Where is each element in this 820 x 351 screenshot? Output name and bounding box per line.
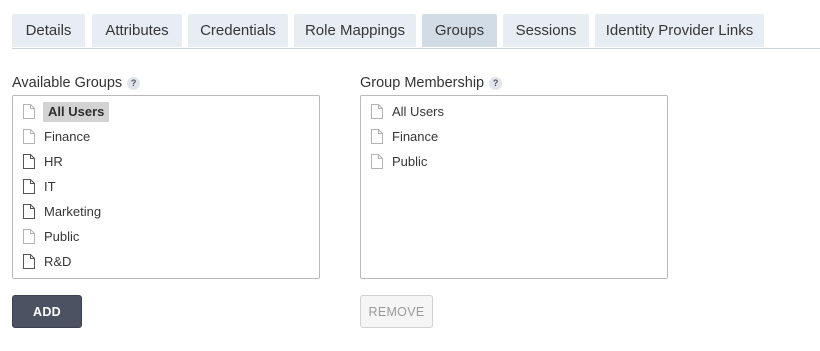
document-icon [23, 129, 35, 144]
help-icon[interactable]: ? [489, 77, 503, 90]
list-item-label: Public [44, 229, 80, 244]
available-groups-label: Available Groups? [12, 74, 141, 92]
document-icon [23, 254, 35, 269]
document-icon [23, 179, 35, 194]
list-item-label: R&D [44, 254, 72, 269]
document-icon [371, 154, 383, 169]
document-icon [23, 104, 35, 119]
list-item-label: IT [44, 179, 56, 194]
tab-details[interactable]: Details [12, 14, 85, 47]
document-icon [371, 129, 383, 144]
available-groups-list[interactable]: All Users Finance HR IT Marketing Public R&D [12, 95, 320, 279]
document-icon [23, 204, 35, 219]
tab-role-mappings[interactable]: Role Mappings [294, 14, 416, 47]
document-icon [23, 229, 35, 244]
available-groups-title: Available Groups [12, 75, 123, 91]
list-item-label: Marketing [44, 204, 102, 219]
remove-button[interactable]: REMOVE [360, 295, 433, 328]
tab-credentials[interactable]: Credentials [188, 14, 288, 47]
group-membership-title: Group Membership [360, 75, 485, 91]
list-item-label: All Users [43, 102, 110, 122]
group-membership-label: Group Membership? [360, 74, 503, 92]
list-item-label: HR [44, 154, 63, 169]
tab-identity-provider-links[interactable]: Identity Provider Links [595, 14, 764, 47]
list-item-label: Finance [44, 129, 91, 144]
tab-bar: Details Attributes Credentials Role Mapp… [12, 14, 820, 49]
add-button[interactable]: ADD [12, 295, 82, 328]
document-icon [23, 154, 35, 169]
document-icon [371, 104, 383, 119]
list-item-label: Finance [392, 129, 439, 144]
list-item-label: All Users [392, 104, 445, 119]
tab-attributes[interactable]: Attributes [92, 14, 182, 47]
help-icon[interactable]: ? [127, 77, 141, 90]
tab-groups[interactable]: Groups [422, 14, 497, 47]
group-membership-list[interactable]: All Users Finance Public [360, 95, 668, 279]
list-item-label: Public [392, 154, 428, 169]
tab-sessions[interactable]: Sessions [503, 14, 589, 47]
